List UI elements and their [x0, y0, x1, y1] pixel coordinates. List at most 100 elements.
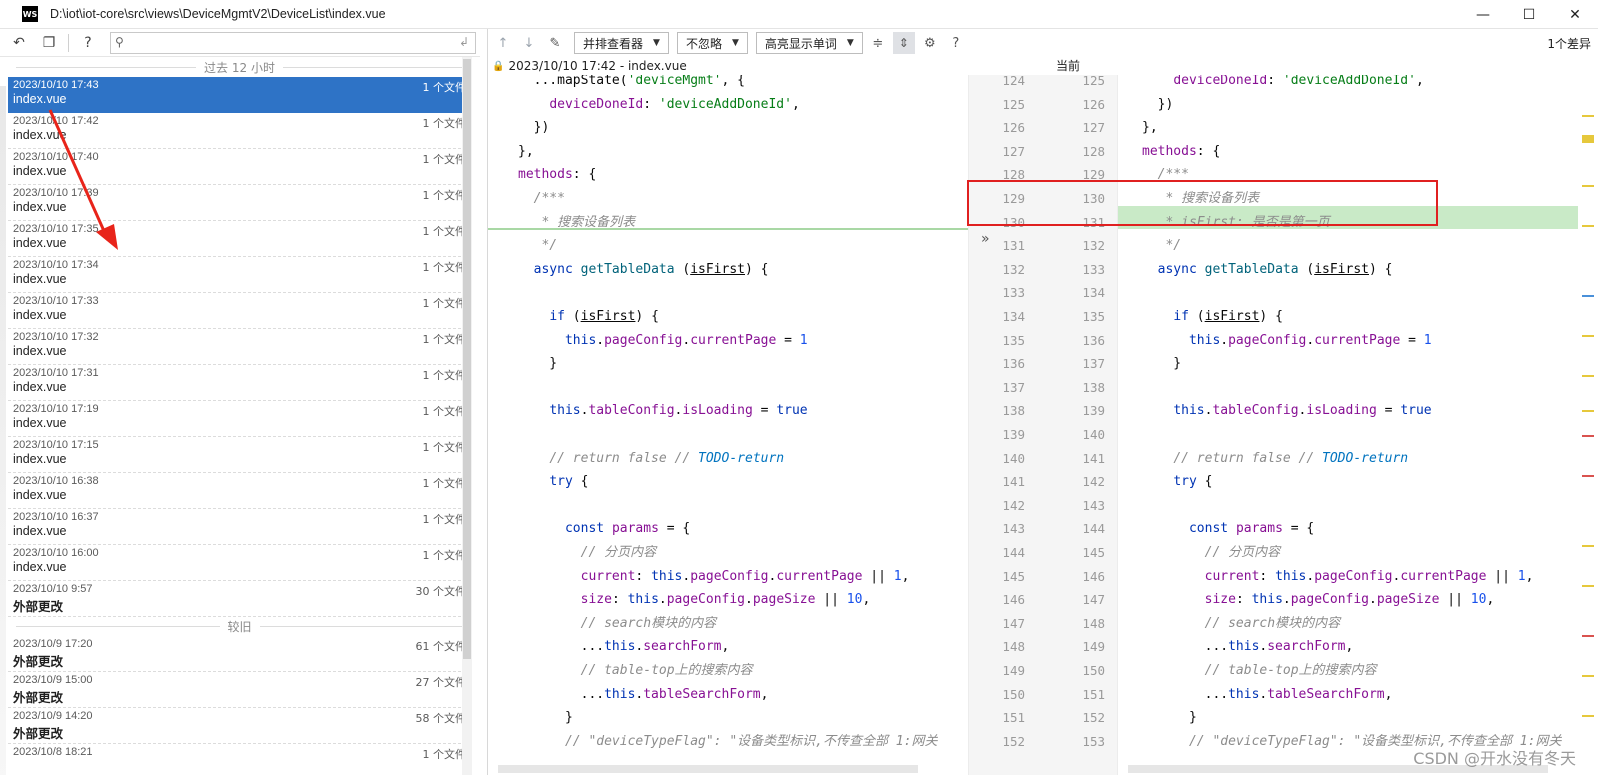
warning-marker[interactable] — [1582, 675, 1594, 677]
history-item[interactable]: 2023/10/10 17:43 1 个文件 index.vue — [8, 77, 471, 113]
history-item-date: 2023/10/10 16:38 — [13, 475, 99, 487]
code-line: } — [518, 356, 558, 372]
history-item[interactable]: 2023/10/10 16:37 1 个文件 index.vue — [8, 509, 471, 545]
history-item-file-count: 1 个文件 — [422, 405, 467, 418]
highlight-select[interactable]: 高亮显示单词 ▼ — [755, 32, 863, 54]
left-code-editor[interactable]: ...mapState('deviceMgmt', { deviceDoneId… — [488, 75, 968, 775]
line-number-row: 151 152 — [969, 706, 1117, 730]
settings-icon[interactable]: ⚙ — [919, 32, 941, 54]
history-item-file-count: 1 个文件 — [422, 261, 467, 274]
history-item-file-count: 1 个文件 — [422, 477, 467, 490]
error-stripe[interactable] — [1578, 75, 1598, 775]
history-item[interactable]: 2023/10/10 17:33 1 个文件 index.vue — [8, 293, 471, 329]
history-item-date: 2023/10/10 17:40 — [13, 151, 99, 163]
line-number-row: 126 127 — [969, 116, 1117, 140]
history-item[interactable]: 2023/10/10 16:00 1 个文件 index.vue — [8, 545, 471, 581]
warning-marker[interactable] — [1582, 715, 1594, 717]
history-item-name: 外部更改 — [13, 691, 64, 705]
sync-scroll-icon[interactable]: ⇕ — [892, 32, 915, 54]
right-line-number: 130 — [1082, 191, 1105, 206]
right-line-number: 125 — [1082, 75, 1105, 88]
history-item[interactable]: 2023/10/10 17:34 1 个文件 index.vue — [8, 257, 471, 293]
minimize-button[interactable]: — — [1460, 0, 1506, 29]
history-search-box[interactable]: ⚲ ↲ — [110, 32, 476, 54]
code-line: */ — [1165, 238, 1182, 254]
warning-marker[interactable] — [1582, 585, 1594, 587]
warning-marker[interactable] — [1582, 185, 1594, 187]
prev-diff-icon[interactable]: ↑ — [492, 32, 514, 54]
warning-marker[interactable] — [1582, 410, 1594, 412]
history-scrollbar[interactable] — [462, 57, 472, 775]
history-item-date: 2023/10/10 17:34 — [13, 259, 99, 271]
warning-marker[interactable] — [1582, 375, 1594, 377]
history-item-name: 外部更改 — [13, 727, 64, 741]
history-item-name: index.vue — [13, 272, 67, 286]
history-item-file-count: 1 个文件 — [422, 441, 467, 454]
history-panel: ↶ ❐ ? ⚲ ↲ 过去 12 小时 2023/10/10 17:43 1 个文件… — [0, 29, 480, 775]
history-item[interactable]: 2023/10/9 15:00 27 个文件 外部更改 — [8, 672, 471, 708]
line-number-row: 127 128 — [969, 140, 1117, 164]
history-item[interactable]: 2023/10/10 17:35 1 个文件 index.vue — [8, 221, 471, 257]
warning-marker[interactable] — [1582, 335, 1594, 337]
help-icon[interactable]: ? — [945, 32, 967, 54]
revert-icon[interactable]: ↶ — [8, 32, 30, 54]
history-item[interactable]: 2023/10/10 17:40 1 个文件 index.vue — [8, 149, 471, 185]
history-item-date: 2023/10/9 17:20 — [13, 638, 93, 650]
history-item-name: index.vue — [13, 452, 67, 466]
edit-icon[interactable]: ✎ — [544, 32, 566, 54]
history-item-name: 外部更改 — [13, 655, 64, 669]
history-item[interactable]: 2023/10/10 17:19 1 个文件 index.vue — [8, 401, 471, 437]
right-line-number: 139 — [1082, 403, 1105, 419]
help-icon[interactable]: ? — [77, 32, 99, 54]
maximize-button[interactable]: ☐ — [1506, 0, 1552, 29]
warning-marker[interactable] — [1582, 115, 1594, 117]
warning-marker[interactable] — [1582, 225, 1594, 227]
history-search-input[interactable] — [133, 34, 453, 52]
line-number-row: 149 150 — [969, 659, 1117, 683]
code-line: /*** — [1157, 167, 1189, 183]
line-number-row: 130 131 — [969, 211, 1117, 235]
history-item[interactable]: 2023/10/10 9:57 30 个文件 外部更改 — [8, 581, 471, 617]
warning-marker[interactable] — [1582, 135, 1594, 143]
right-code-editor[interactable]: deviceDoneId: 'deviceAddDoneId', }) }, m… — [1118, 75, 1598, 775]
error-marker[interactable] — [1582, 475, 1594, 477]
history-item[interactable]: 2023/10/10 17:32 1 个文件 index.vue — [8, 329, 471, 365]
collapse-unchanged-icon[interactable]: ≑ — [867, 32, 889, 54]
history-item[interactable]: 2023/10/10 17:39 1 个文件 index.vue — [8, 185, 471, 221]
change-marker[interactable] — [1582, 295, 1594, 297]
history-item[interactable]: 2023/10/9 17:20 61 个文件 外部更改 — [8, 636, 471, 672]
code-line: if (isFirst) { — [1173, 309, 1283, 324]
code-line: } — [1142, 710, 1197, 726]
history-item-name: index.vue — [13, 380, 67, 394]
line-number-row: 124 125 — [969, 75, 1117, 93]
code-line: const params = { — [1188, 521, 1315, 537]
history-item-date: 2023/10/9 14:20 — [13, 710, 93, 722]
history-item[interactable]: 2023/10/10 17:31 1 个文件 index.vue — [8, 365, 471, 401]
right-line-number: 149 — [1082, 639, 1105, 655]
close-button[interactable]: ✕ — [1552, 0, 1598, 29]
history-item[interactable]: 2023/10/10 17:15 1 个文件 index.vue — [8, 437, 471, 473]
code-line: current: this.pageConfig.currentPage || … — [580, 568, 910, 584]
window-title: D:\iot\iot-core\src\views\DeviceMgmtV2\D… — [50, 7, 386, 21]
history-item[interactable]: 2023/10/9 14:20 58 个文件 外部更改 — [8, 708, 471, 744]
viewer-mode-select[interactable]: 并排查看器 ▼ — [574, 32, 669, 54]
error-marker[interactable] — [1582, 435, 1594, 437]
right-line-number: 128 — [1082, 143, 1105, 159]
code-line: }) — [1142, 96, 1174, 112]
right-line-number: 151 — [1082, 686, 1105, 702]
whitespace-select[interactable]: 不忽略 ▼ — [676, 32, 748, 54]
horizontal-scrollbar[interactable] — [498, 765, 918, 773]
history-item[interactable]: 2023/10/8 18:21 1 个文件 — [8, 744, 471, 775]
next-diff-icon[interactable]: ↓ — [518, 32, 540, 54]
search-clear-icon[interactable]: ↲ — [459, 35, 469, 49]
line-number-row: 129 130 — [969, 187, 1117, 211]
code-line: // 分页内容 — [580, 545, 657, 560]
history-item[interactable]: 2023/10/10 16:38 1 个文件 index.vue — [8, 473, 471, 509]
code-line: */ — [541, 238, 558, 254]
history-item-date: 2023/10/10 17:31 — [13, 367, 99, 379]
history-item[interactable]: 2023/10/10 17:42 1 个文件 index.vue — [8, 113, 471, 149]
scrollbar-thumb[interactable] — [463, 59, 471, 659]
error-marker[interactable] — [1582, 635, 1594, 637]
copy-icon[interactable]: ❐ — [38, 32, 60, 54]
warning-marker[interactable] — [1582, 545, 1594, 547]
